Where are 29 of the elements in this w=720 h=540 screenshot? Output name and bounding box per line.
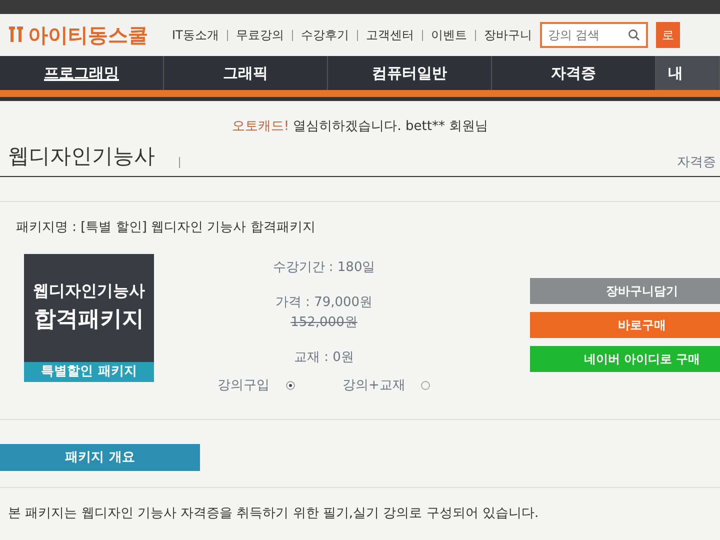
option-label: 강의+교재 <box>342 376 406 394</box>
radio-button[interactable] <box>421 380 430 390</box>
textbook-text: 교재 : 0원 <box>294 349 354 367</box>
option-label: 강의구입 <box>218 376 270 394</box>
thumbnail-subtitle: 합격패키지 <box>34 306 144 334</box>
thumbnail-ribbon: 특별할인 패키지 <box>24 362 154 382</box>
logo-icon <box>8 26 24 44</box>
thumbnail-title: 웹디자인기능사 <box>33 280 145 302</box>
header-link[interactable]: 수강후기 <box>300 26 349 44</box>
period-text: 수강기간 : 180일 <box>272 258 376 276</box>
original-price: 152,000원 <box>290 314 358 332</box>
radio-button[interactable] <box>286 380 295 390</box>
header-link[interactable]: 고객센터 <box>366 26 414 44</box>
overview-tab[interactable]: 패키지 개요 <box>0 444 200 471</box>
purchase-option[interactable]: 강의구입 <box>218 376 295 395</box>
nav-tab[interactable]: 내 <box>656 56 720 90</box>
header-link[interactable]: IT동소개 <box>172 26 219 44</box>
page-title: 웹디자인기능사 <box>8 142 155 170</box>
header-link[interactable]: 장바구니 <box>484 26 532 44</box>
greeting-text: 오토캐드! 열심히하겠습니다. bett** 회원님 <box>232 119 488 134</box>
price-text: 가격 : 79,000원 <box>275 294 373 312</box>
overview-text: 본 패키지는 웹디자인 기능사 자격증을 취득하기 위한 필기,실기 강의로 구성되어 있습니다. <box>0 487 720 524</box>
search-field[interactable]: 강의 검색 <box>540 22 648 48</box>
search-icon[interactable] <box>628 29 640 41</box>
breadcrumb-link[interactable]: 자격증 <box>677 152 720 172</box>
header-link[interactable]: 이벤트 <box>430 26 467 44</box>
purchase-option[interactable]: 강의+교재 <box>342 376 430 395</box>
header-link[interactable]: 무료강의 <box>236 26 284 44</box>
package-name: 패키지명 : [특별 할인] 웹디자인 기능사 합격패키지 <box>16 219 316 237</box>
